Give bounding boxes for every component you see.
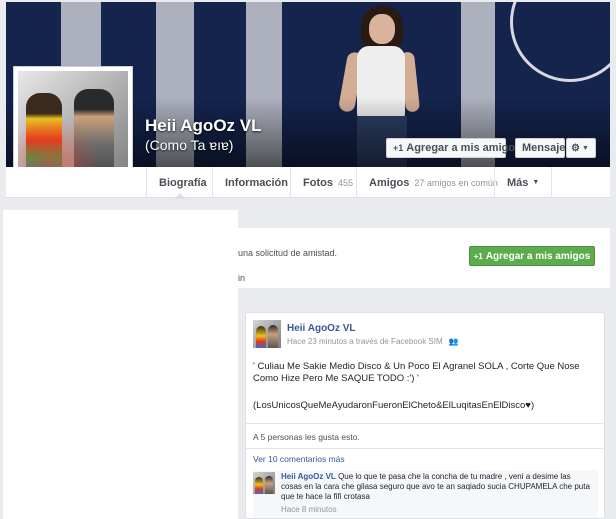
profile-picture-image [18,71,128,181]
message-button[interactable]: Mensaje [515,138,565,158]
settings-dropdown-button[interactable]: ⚙ ▼ [566,138,596,158]
friend-request-text-line2: in [238,273,246,283]
post-hashtags: (LosUnicosQueMeAyudaronFueronElCheto&ElL… [253,400,535,411]
left-column [3,210,238,519]
post-meta: Hace 23 minutos a través de Facebook SIM… [287,337,459,346]
comment-timestamp[interactable]: Hace 8 minutos [281,505,337,514]
tab-count: 27 amigos en común [414,177,498,188]
post-divider [246,448,604,449]
caret-down-icon: ▼ [532,179,540,186]
profile-alternate-name: (Como Ta ɐıɐ) [145,137,234,153]
friends-audience-icon: 👥 [448,337,459,346]
post-timestamp[interactable]: Hace 23 minutos a través de Facebook SIM [287,337,443,346]
timeline-post: Heii AgoOz VL Hace 23 minutos a través d… [245,312,605,519]
tab-label: Biografía [159,176,207,189]
tab-informacion[interactable]: Información [212,167,290,198]
caret-down-icon: ▼ [581,144,589,152]
post-divider [246,423,604,424]
tab-mas[interactable]: Más ▼ [494,167,552,198]
view-more-comments-link[interactable]: Ver 10 comentarios más [253,454,345,464]
post-author-name[interactable]: Heii AgoOz VL [287,323,356,334]
add-friend-icon: +1 [393,143,404,153]
add-friend-label: Agregar a mis amigos [406,142,522,154]
add-friend-green-button[interactable]: +1 Agregar a mis amigos [469,246,595,266]
tab-count: 455 [337,177,353,188]
tab-biografia[interactable]: Biografía [146,167,212,199]
comment: Heii AgoOz VL Que lo que te pasa che la … [253,470,598,518]
post-likes[interactable]: A 5 personas les gusta esto. [253,432,360,442]
add-friend-green-label: Agregar a mis amigos [485,250,591,262]
profile-name[interactable]: Heii AgoOz VL [145,116,262,136]
tab-label: Más [507,176,529,189]
friend-request-text: una solicitud de amistad. [238,248,338,258]
profile-tabs: Biografía Información Fotos 455 Amigos 2… [6,167,610,199]
comment-text: Heii AgoOz VL Que lo que te pasa che la … [281,472,593,502]
add-friend-button[interactable]: +1 Agregar a mis amigos [386,138,521,158]
add-friend-icon: +1 [473,251,483,261]
tab-label: Fotos [303,176,333,189]
tab-label: Amigos [369,176,410,189]
post-author-avatar[interactable] [253,320,281,348]
tab-fotos[interactable]: Fotos 455 [290,167,356,198]
comment-author-name[interactable]: Heii AgoOz VL [281,472,336,481]
gear-icon: ⚙ [571,142,580,154]
cover-logo-circle [510,2,610,82]
comment-author-avatar[interactable] [253,472,275,494]
message-label: Mensaje [522,142,566,154]
tab-label: Información [225,176,288,189]
tab-amigos[interactable]: Amigos 27 amigos en común [356,167,498,198]
post-body: ' Culiau Me Sakie Medio Disco & Un Poco … [253,361,580,384]
